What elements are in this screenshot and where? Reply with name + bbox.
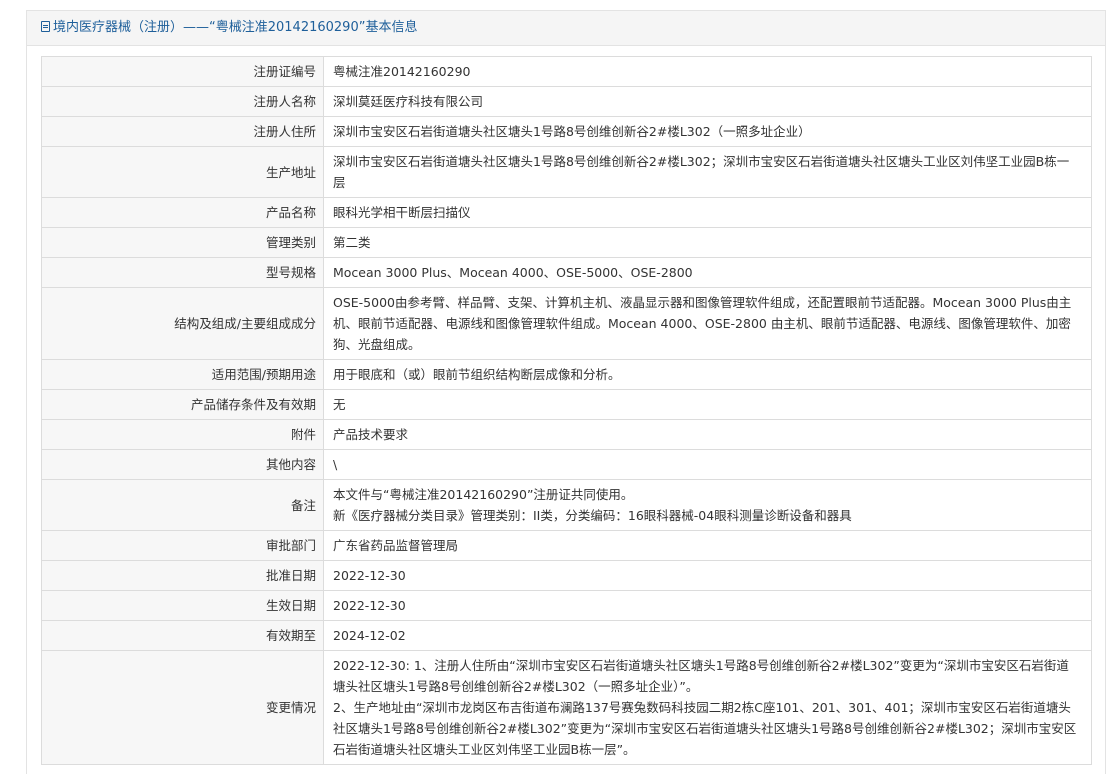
field-value: Mocean 3000 Plus、Mocean 4000、OSE-5000、OS… — [323, 257, 1092, 288]
field-value-line: 2022-12-30: 1、注册人住所由“深圳市宝安区石岩街道塘头社区塘头1号路… — [333, 658, 1069, 694]
table-row: 适用范围/预期用途 用于眼底和（或）眼前节组织结构断层成像和分析。 — [41, 359, 1092, 390]
field-label: 有效期至 — [41, 620, 324, 651]
table-row: 变更情况 2022-12-30: 1、注册人住所由“深圳市宝安区石岩街道塘头社区塘… — [41, 650, 1092, 765]
field-value-line: 产品技术要求 — [333, 427, 409, 442]
panel-header: 境内医疗器械（注册）——“粤械注准20142160290”基本信息 — [27, 11, 1105, 46]
field-value-line: 深圳市宝安区石岩街道塘头社区塘头1号路8号创维创新谷2#楼L302；深圳市宝安区… — [333, 154, 1070, 190]
field-value-line: 深圳莫廷医疗科技有限公司 — [333, 94, 484, 109]
table-row: 其他内容 \ — [41, 449, 1092, 480]
field-label: 其他内容 — [41, 449, 324, 480]
field-value: 用于眼底和（或）眼前节组织结构断层成像和分析。 — [323, 359, 1092, 390]
field-label: 注册人住所 — [41, 116, 324, 147]
field-value-line: 广东省药品监督管理局 — [333, 538, 459, 553]
field-value-line: 粤械注准20142160290 — [333, 64, 471, 79]
field-label: 附件 — [41, 419, 324, 450]
field-value-line: OSE-5000由参考臂、样品臂、支架、计算机主机、液晶显示器和图像管理软件组成… — [333, 295, 1072, 352]
field-value-line: 深圳市宝安区石岩街道塘头社区塘头1号路8号创维创新谷2#楼L302（一照多址企业… — [333, 124, 811, 139]
field-label: 批准日期 — [41, 560, 324, 591]
field-value: OSE-5000由参考臂、样品臂、支架、计算机主机、液晶显示器和图像管理软件组成… — [323, 287, 1092, 360]
field-value: 2022-12-30: 1、注册人住所由“深圳市宝安区石岩街道塘头社区塘头1号路… — [323, 650, 1092, 765]
field-label: 生产地址 — [41, 146, 324, 198]
field-label: 生效日期 — [41, 590, 324, 621]
field-label: 审批部门 — [41, 530, 324, 561]
field-value: 无 — [323, 389, 1092, 420]
field-value: 眼科光学相干断层扫描仪 — [323, 197, 1092, 228]
field-label: 型号规格 — [41, 257, 324, 288]
field-value: 深圳市宝安区石岩街道塘头社区塘头1号路8号创维创新谷2#楼L302（一照多址企业… — [323, 116, 1092, 147]
field-value: 第二类 — [323, 227, 1092, 258]
table-row: 注册人名称 深圳莫廷医疗科技有限公司 — [41, 86, 1092, 117]
table-row: 产品名称 眼科光学相干断层扫描仪 — [41, 197, 1092, 228]
field-value: 本文件与“粤械注准20142160290”注册证共同使用。新《医疗器械分类目录》… — [323, 479, 1092, 531]
field-value-line: Mocean 3000 Plus、Mocean 4000、OSE-5000、OS… — [333, 265, 693, 280]
field-value: 2024-12-02 — [323, 620, 1092, 651]
table-row: 审批部门 广东省药品监督管理局 — [41, 530, 1092, 561]
field-value: 2022-12-30 — [323, 590, 1092, 621]
field-value: 产品技术要求 — [323, 419, 1092, 450]
field-label: 产品储存条件及有效期 — [41, 389, 324, 420]
field-value: 深圳莫廷医疗科技有限公司 — [323, 86, 1092, 117]
table-row: 批准日期 2022-12-30 — [41, 560, 1092, 591]
table-row: 附件 产品技术要求 — [41, 419, 1092, 450]
field-label: 适用范围/预期用途 — [41, 359, 324, 390]
table-row: 生效日期 2022-12-30 — [41, 590, 1092, 621]
field-value: 广东省药品监督管理局 — [323, 530, 1092, 561]
info-table-body: 注册证编号 粤械注准20142160290 注册人名称 深圳莫廷医疗科技有限公司 注册人… — [41, 56, 1092, 765]
field-value-line: 新《医疗器械分类目录》管理类别：II类，分类编码：16眼科器械-04眼科测量诊断… — [333, 508, 852, 523]
field-value: \ — [323, 449, 1092, 480]
field-label: 备注 — [41, 479, 324, 531]
field-value-line: 第二类 — [333, 235, 371, 250]
panel-body: 注册证编号 粤械注准20142160290 注册人名称 深圳莫廷医疗科技有限公司 注册人… — [27, 46, 1105, 774]
field-value: 深圳市宝安区石岩街道塘头社区塘头1号路8号创维创新谷2#楼L302；深圳市宝安区… — [323, 146, 1092, 198]
field-value: 2022-12-30 — [323, 560, 1092, 591]
info-table: 注册证编号 粤械注准20142160290 注册人名称 深圳莫廷医疗科技有限公司 注册人… — [41, 56, 1092, 765]
table-row: 注册证编号 粤械注准20142160290 — [41, 56, 1092, 87]
table-row: 管理类别 第二类 — [41, 227, 1092, 258]
field-label: 注册人名称 — [41, 86, 324, 117]
field-value-line: 2022-12-30 — [333, 598, 406, 613]
field-value-line: 本文件与“粤械注准20142160290”注册证共同使用。 — [333, 487, 634, 502]
table-row: 备注 本文件与“粤械注准20142160290”注册证共同使用。新《医疗器械分类目… — [41, 479, 1092, 531]
field-label: 结构及组成/主要组成成分 — [41, 287, 324, 360]
field-label: 变更情况 — [41, 650, 324, 765]
table-row: 产品储存条件及有效期无 — [41, 389, 1092, 420]
table-row: 型号规格 Mocean 3000 Plus、Mocean 4000、OSE-500… — [41, 257, 1092, 288]
table-row: 有效期至 2024-12-02 — [41, 620, 1092, 651]
field-label: 产品名称 — [41, 197, 324, 228]
page-title: 境内医疗器械（注册）——“粤械注准20142160290”基本信息 — [53, 20, 418, 35]
field-value-line: 无 — [333, 397, 346, 412]
field-value-line: 2022-12-30 — [333, 568, 406, 583]
detail-panel: 境内医疗器械（注册）——“粤械注准20142160290”基本信息 注册证编号粤… — [26, 10, 1106, 774]
field-value-line: 用于眼底和（或）眼前节组织结构断层成像和分析。 — [333, 367, 621, 382]
document-icon — [41, 21, 50, 32]
field-value-line: 眼科光学相干断层扫描仪 — [333, 205, 471, 220]
field-label: 注册证编号 — [41, 56, 324, 87]
field-value-line: \ — [333, 457, 338, 472]
table-row: 结构及组成/主要组成成分 OSE-5000由参考臂、样品臂、支架、计算机主机、液晶… — [41, 287, 1092, 360]
field-value-line: 2、生产地址由“深圳市龙岗区布吉街道布澜路137号赛兔数码科技园二期2栋C座10… — [333, 700, 1077, 757]
table-row: 注册人住所 深圳市宝安区石岩街道塘头社区塘头1号路8号创维创新谷2#楼L302（一… — [41, 116, 1092, 147]
table-row: 生产地址 深圳市宝安区石岩街道塘头社区塘头1号路8号创维创新谷2#楼L302；深圳… — [41, 146, 1092, 198]
field-value-line: 2024-12-02 — [333, 628, 406, 643]
field-label: 管理类别 — [41, 227, 324, 258]
field-value: 粤械注准20142160290 — [323, 56, 1092, 87]
